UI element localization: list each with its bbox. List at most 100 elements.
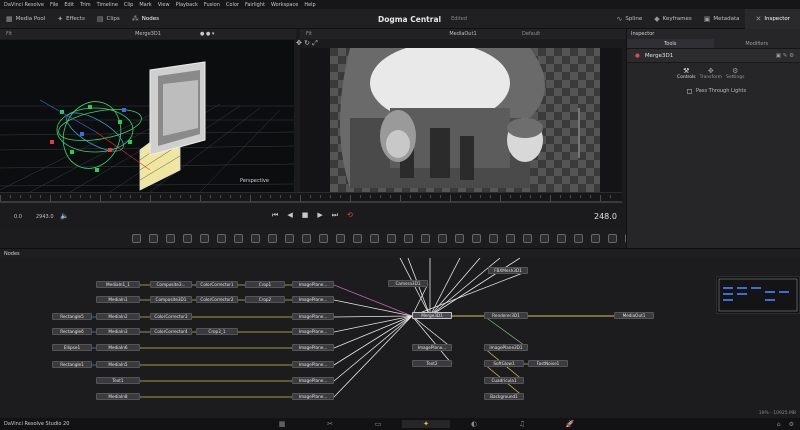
node-media5[interactable]: MediaIn5 — [96, 361, 140, 368]
node-fbx[interactable]: FBXMesh3D1 — [488, 267, 528, 274]
tool-icon[interactable] — [132, 233, 141, 243]
page-tab-cut-icon[interactable]: ✂ — [306, 420, 354, 428]
node-media1[interactable]: MediaIn1 — [96, 296, 140, 303]
menu-item-edit[interactable]: Edit — [64, 2, 74, 8]
keyframes-button[interactable]: ◆ Keyframes — [648, 9, 698, 29]
tool-icon[interactable] — [251, 233, 260, 243]
menu-item-clip[interactable]: Clip — [124, 2, 133, 8]
node-minimap[interactable] — [716, 276, 800, 314]
inspector-node-header[interactable]: ● Merge3D1 ▣ ✎ ⚙ — [627, 49, 800, 63]
node-text2[interactable]: Text2 — [412, 360, 452, 367]
tab-modifiers[interactable]: Modifiers — [714, 39, 800, 48]
node-cc3[interactable]: ColorCorrector3 — [150, 313, 192, 320]
node-ip6[interactable]: ImagePlane... — [292, 361, 334, 368]
right-viewer-lut[interactable]: Default — [522, 31, 540, 37]
menu-item-help[interactable]: Help — [304, 2, 315, 8]
node-camera[interactable]: Camera3D1 — [388, 280, 428, 287]
menu-item-color[interactable]: Color — [226, 2, 239, 8]
tool-icon[interactable] — [574, 233, 583, 243]
tool-icon[interactable] — [285, 233, 294, 243]
tool-icon[interactable] — [557, 233, 566, 243]
tool-icon[interactable] — [489, 233, 498, 243]
tool-icon[interactable] — [353, 233, 362, 243]
tool-icon[interactable] — [608, 233, 617, 243]
node-mediaout[interactable]: MediaOut1 — [614, 312, 654, 319]
tool-icon[interactable] — [404, 233, 413, 243]
move-icon[interactable]: ✥ — [296, 39, 302, 47]
nodes-button[interactable]: ⁂ Nodes — [126, 9, 165, 29]
node-text1[interactable]: Text1 — [96, 377, 140, 384]
node-cc1[interactable]: ColorCorrector1 — [196, 281, 238, 288]
tool-icon[interactable] — [302, 233, 311, 243]
scale-icon[interactable]: ⤢ — [312, 39, 318, 47]
loop-icon[interactable]: ⟲ — [347, 211, 353, 220]
tab-tools[interactable]: Tools — [627, 39, 714, 48]
tool-icon[interactable] — [438, 233, 447, 243]
node-enable-icon[interactable]: ● — [635, 53, 640, 59]
play-icon[interactable]: ▶ — [317, 211, 322, 220]
node-rect5[interactable]: Rectangle5 — [52, 313, 92, 320]
page-tab-media-icon[interactable]: ▦ — [258, 420, 306, 428]
start-frame[interactable]: 0.0 — [14, 214, 22, 220]
tool-icon[interactable] — [217, 233, 226, 243]
home-icon[interactable]: ⌂ — [777, 421, 781, 428]
tool-icon[interactable] — [166, 233, 175, 243]
tool-icon[interactable] — [183, 233, 192, 243]
end-frame[interactable]: 248.0 — [594, 212, 617, 221]
spline-button[interactable]: ∿ Spline — [610, 9, 648, 29]
node-ip7[interactable]: ImagePlane... — [292, 377, 334, 384]
node-cubeid[interactable]: Cuadricula1 — [484, 377, 524, 384]
node-ip8[interactable]: ImagePlane... — [292, 393, 334, 400]
go-to-end-icon[interactable]: ⏭ — [332, 211, 338, 220]
node-media1_1[interactable]: MediaIn1_1 — [96, 281, 140, 288]
node-softglow[interactable]: SoftGlow1 — [484, 360, 524, 367]
subtab-transform[interactable]: ✥ Transform — [700, 67, 722, 81]
node-options-icon[interactable]: ▣ ✎ ⚙ — [776, 53, 794, 59]
node-ellipse[interactable]: Ellipse1 — [52, 344, 92, 351]
stop-icon[interactable]: ■ — [302, 211, 309, 220]
menu-item-file[interactable]: File — [50, 2, 58, 8]
inspector-button[interactable]: ✕ Inspector — [745, 9, 800, 29]
volume-icon[interactable]: 🔈 — [60, 212, 69, 220]
node-cc2[interactable]: ColorCorrector2 — [196, 296, 238, 303]
pass-through-checkbox[interactable] — [687, 88, 692, 94]
current-frame[interactable]: 2943.0 — [36, 214, 54, 220]
tool-icon[interactable] — [336, 233, 345, 243]
node-renderer[interactable]: Renderer3D1 — [484, 312, 528, 319]
metadata-button[interactable]: ▣ Metadata — [698, 9, 746, 29]
tool-icon[interactable] — [523, 233, 532, 243]
menu-item-mark[interactable]: Mark — [139, 2, 151, 8]
menu-item-playback[interactable]: Playback — [176, 2, 198, 8]
tool-icon[interactable] — [319, 233, 328, 243]
node-ipf[interactable]: ImagePlane... — [412, 344, 452, 351]
menu-item-view[interactable]: View — [158, 2, 170, 8]
node-crop1[interactable]: Crop1 — [245, 281, 285, 288]
menu-item-fusion[interactable]: Fusion — [204, 2, 220, 8]
tool-icon[interactable] — [387, 233, 396, 243]
tool-icon[interactable] — [370, 233, 379, 243]
node-crop2[interactable]: Crop2 — [245, 296, 285, 303]
node-comp2[interactable]: Composite3D1 — [150, 296, 192, 303]
node-ip3d[interactable]: ImagePlane3D1 — [484, 344, 528, 351]
menu-item-davinci-resolve[interactable]: DaVinci Resolve — [4, 2, 44, 8]
clips-button[interactable]: ▤ Clips — [91, 9, 126, 29]
rotate-icon[interactable]: ↻ — [304, 39, 310, 47]
page-tab-fairlight-icon[interactable]: ♫ — [498, 420, 546, 428]
tool-icon[interactable] — [455, 233, 464, 243]
node-cc4[interactable]: ColorCorrector4 — [150, 328, 192, 335]
node-media6[interactable]: MediaIn6 — [96, 344, 140, 351]
tool-icon[interactable] — [591, 233, 600, 243]
page-tab-color-icon[interactable]: ◐ — [450, 420, 498, 428]
subtab-controls[interactable]: ⚒ Controls — [677, 67, 696, 81]
node-media8[interactable]: MediaIn8 — [96, 393, 140, 400]
play-reverse-icon[interactable]: ◀ — [287, 211, 292, 220]
page-tab-edit-icon[interactable]: ▭ — [354, 420, 402, 428]
tool-icon[interactable] — [200, 233, 209, 243]
node-fastnoise[interactable]: FastNoise1 — [528, 360, 568, 367]
tool-icon[interactable] — [149, 233, 158, 243]
page-tab-fusion-icon[interactable]: ✦ — [402, 420, 450, 428]
node-ip2[interactable]: ImagePlane... — [292, 296, 334, 303]
node-graph[interactable]: FBXMesh3D1 MediaIn1_1 Composite3... ColorCo… — [0, 258, 800, 418]
tool-icon[interactable] — [540, 233, 549, 243]
node-background[interactable]: Background1 — [484, 393, 524, 400]
